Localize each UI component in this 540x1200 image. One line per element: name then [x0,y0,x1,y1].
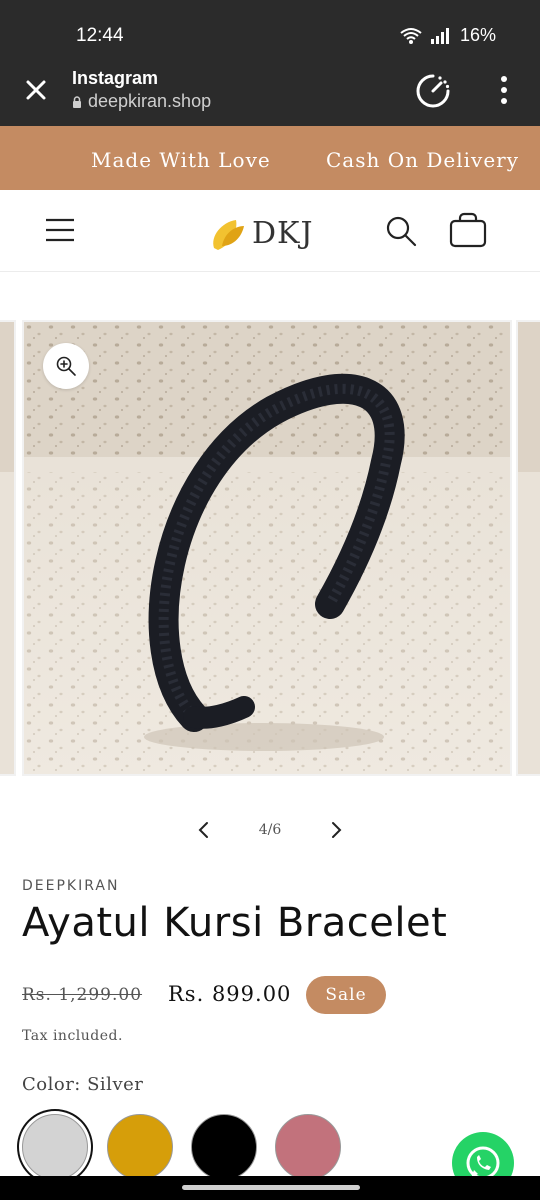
product-image[interactable] [22,320,512,776]
status-bar: 12:44 16% [0,0,540,60]
product-vendor: DEEPKIRAN [22,878,120,894]
product-title: Ayatul Kursi Bracelet [22,900,448,946]
announcement-item: Made With Love [91,148,271,172]
browser-url-text: deepkiran.shop [88,91,212,111]
price-row: Rs. 1,299.00 Rs. 899.00 Sale [22,976,522,1016]
status-time: 12:44 [76,25,124,46]
signal-icon [430,27,449,44]
logo[interactable]: DKJ [208,206,318,256]
chevron-left-icon[interactable] [190,818,218,842]
more-options-icon[interactable] [494,74,514,106]
zoom-button[interactable] [43,343,89,389]
page-speed-icon[interactable] [414,72,452,110]
gallery-counter: 4/6 [258,822,282,838]
in-app-browser-bar: Instagram deepkiran.shop [0,60,540,126]
announcement-item: Cash On Delivery [326,148,520,172]
product-image-next[interactable] [516,320,540,776]
color-swatch-rose[interactable] [275,1114,341,1180]
site-header: DKJ [0,190,540,272]
product-gallery[interactable] [0,320,540,776]
sale-badge: Sale [306,976,386,1014]
logo-text: DKJ [252,216,314,251]
product-image-previous[interactable] [0,320,16,776]
search-icon[interactable] [384,214,418,248]
chevron-right-icon[interactable] [322,818,350,842]
cart-icon[interactable] [448,212,488,248]
color-swatch-gold[interactable] [107,1114,173,1180]
lock-icon [73,95,81,108]
browser-title: Instagram [72,68,159,88]
status-icons: 16% [400,25,496,46]
regular-price: Rs. 1,299.00 [22,985,143,1005]
hamburger-menu-icon[interactable] [44,216,76,244]
color-swatch-silver[interactable] [22,1114,88,1180]
battery-percent: 16% [459,25,496,45]
browser-url[interactable]: deepkiran.shop [72,91,211,112]
zoom-in-icon [56,356,76,376]
announcement-bar: Made With Love Cash On Delivery [0,126,540,190]
sale-price: Rs. 899.00 [168,982,292,1006]
close-icon[interactable] [22,76,50,104]
home-gesture-handle[interactable] [182,1185,360,1190]
wifi-icon [400,27,422,44]
bracelet-photo [24,322,510,774]
system-nav-bar [0,1176,540,1200]
gallery-pager: 4/6 [0,812,540,848]
color-label: Color: Silver [22,1074,144,1095]
color-swatch-black[interactable] [191,1114,257,1180]
tax-note: Tax included. [22,1028,123,1044]
